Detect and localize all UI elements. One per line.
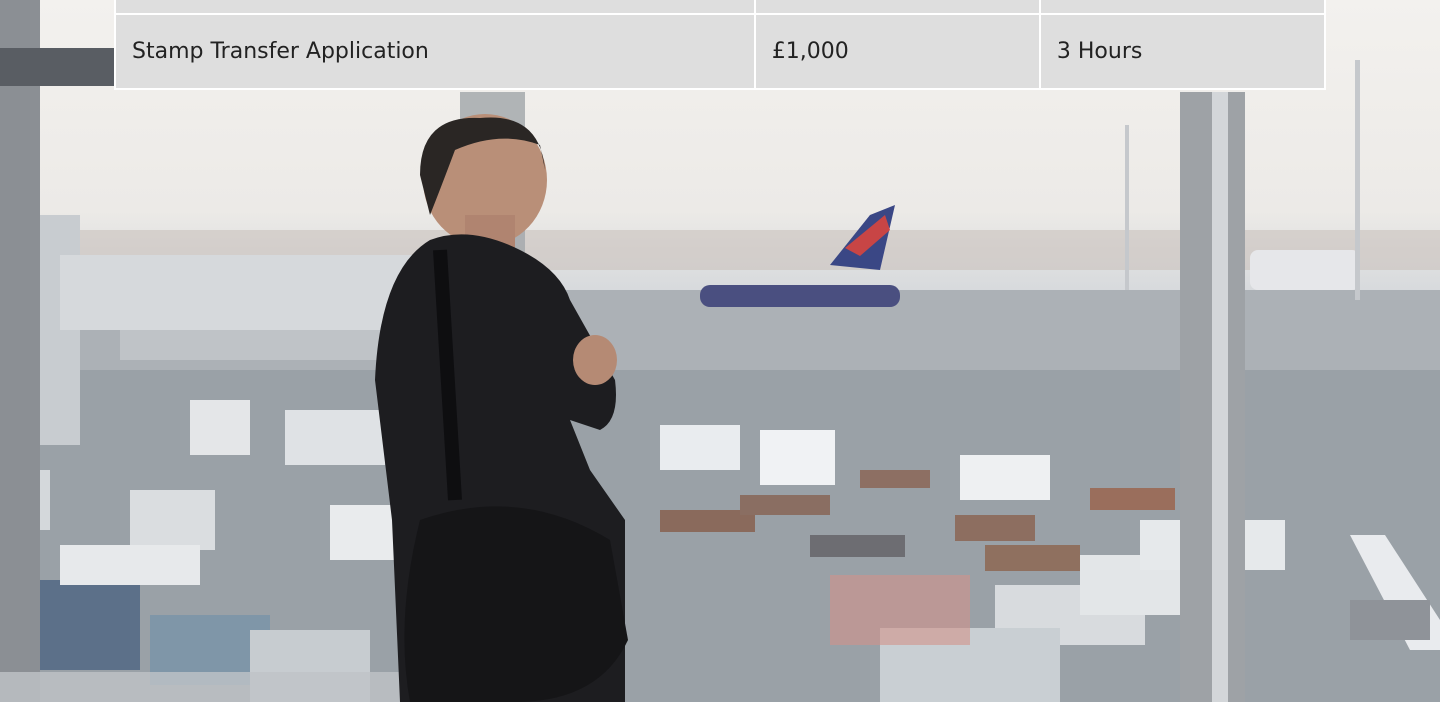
- table-row: Stamp Transfer Application £1,000 3 Hour…: [114, 13, 1327, 90]
- table-cell: [753, 0, 1041, 15]
- price-cell: £1,000: [753, 13, 1041, 90]
- table-row-stub: [114, 0, 1327, 15]
- table-cell: [1038, 0, 1327, 15]
- table-cell: [114, 0, 756, 15]
- service-name-cell: Stamp Transfer Application: [114, 13, 756, 90]
- hero-image: [0, 0, 1440, 702]
- pricing-table: Stamp Transfer Application £1,000 3 Hour…: [114, 0, 1327, 90]
- airport-window-scene: [0, 0, 1440, 702]
- duration-cell: 3 Hours: [1038, 13, 1327, 90]
